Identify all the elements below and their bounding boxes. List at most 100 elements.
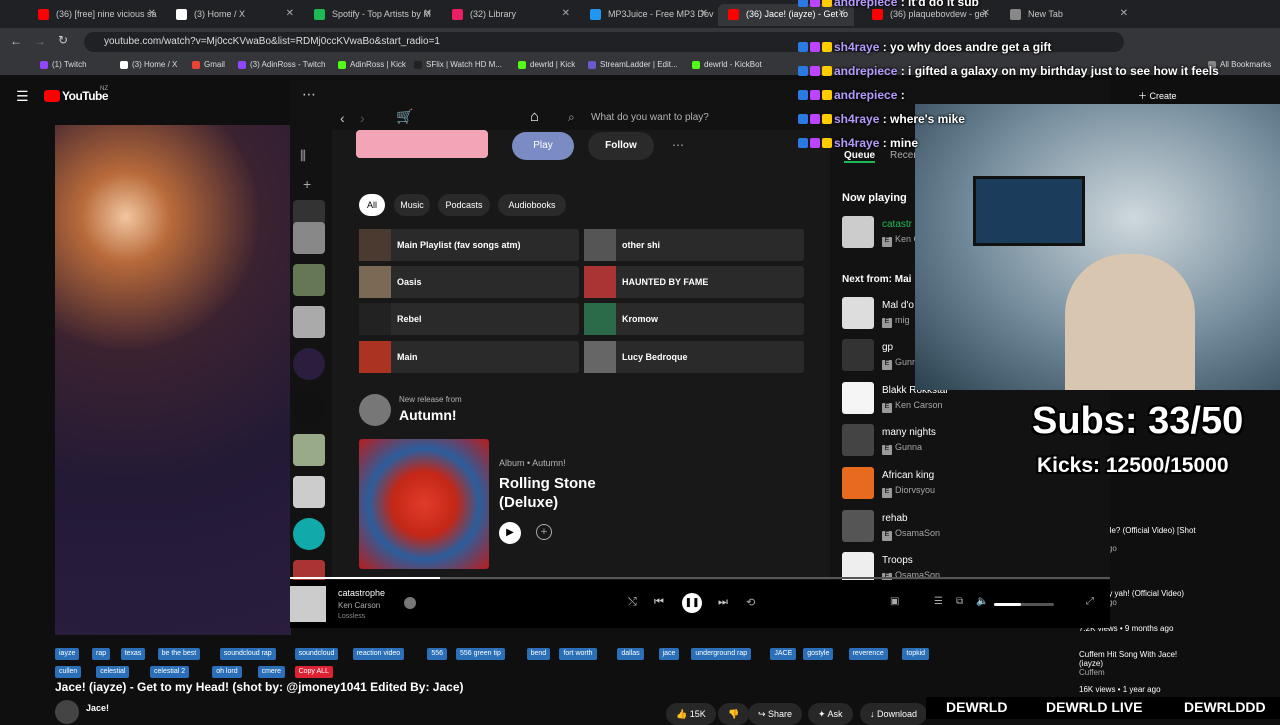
tag-chip[interactable]: fort worth (559, 648, 597, 660)
browser-tab[interactable]: (36) [free] nine vicious sa ✕ (28, 4, 164, 26)
channel-avatar[interactable] (55, 700, 79, 724)
tag-chip[interactable]: oh lord (212, 666, 242, 678)
forward-icon[interactable]: › (360, 110, 365, 126)
tag-chip[interactable]: iayze (55, 648, 80, 660)
tag-chip[interactable]: soundcloud rap (219, 648, 276, 660)
create-button[interactable]: ＋ Create (1138, 89, 1190, 105)
tag-chip[interactable]: reverence (848, 648, 888, 660)
cart-icon[interactable]: 🛒 (396, 108, 413, 125)
quick-access-card[interactable]: Main (359, 341, 579, 373)
tag-chip[interactable]: JACE (770, 648, 797, 660)
quick-access-card[interactable]: HAUNTED BY FAME (584, 266, 804, 298)
ask-button[interactable]: ✦ Ask (808, 703, 853, 725)
tag-chip[interactable]: cullen (55, 666, 82, 678)
library-item[interactable] (293, 434, 325, 466)
queue-icon[interactable]: ☰ (934, 596, 943, 607)
channel-name[interactable]: Jace! (86, 703, 109, 713)
device-icon[interactable]: ⧉ (956, 596, 963, 607)
tag-chip[interactable]: cmere (257, 666, 286, 678)
repeat-icon[interactable]: ⟲ (746, 596, 755, 609)
library-item[interactable] (293, 476, 325, 508)
artist-avatar[interactable] (359, 394, 391, 426)
close-icon[interactable]: ✕ (148, 8, 156, 19)
close-icon[interactable]: ✕ (982, 8, 990, 19)
bookmark-item[interactable]: StreamLadder | Edit... (588, 60, 678, 69)
forward-icon[interactable]: → (34, 34, 46, 48)
close-icon[interactable]: ✕ (838, 8, 846, 19)
tag-chip[interactable]: gostyle (803, 648, 834, 660)
filter-chip[interactable]: Podcasts (438, 194, 490, 216)
library-item[interactable] (293, 518, 325, 550)
new-release-artist[interactable]: Autumn! (399, 407, 457, 423)
bookmark-item[interactable]: (3) Home / X (120, 60, 177, 69)
close-icon[interactable]: ✕ (286, 8, 294, 19)
library-item[interactable] (293, 348, 325, 380)
tag-chip[interactable]: Copy ALL (294, 666, 333, 678)
close-icon[interactable]: ✕ (562, 8, 570, 19)
album-play-icon[interactable]: ▶ (499, 522, 521, 544)
search-input[interactable]: What do you want to play? (591, 112, 709, 123)
volume-slider[interactable] (994, 603, 1054, 606)
like-button[interactable]: 👍 15K (666, 703, 716, 725)
video-player[interactable] (55, 125, 291, 635)
tag-chip[interactable]: topkid (902, 648, 930, 660)
reload-icon[interactable]: ↻ (58, 33, 68, 47)
close-icon[interactable]: ✕ (700, 8, 708, 19)
home-icon[interactable]: ⌂ (530, 108, 539, 125)
tag-chip[interactable]: rap (92, 648, 111, 660)
queue-item[interactable]: rehab E OsamaSon (842, 510, 1042, 542)
tag-chip[interactable]: soundcloud (294, 648, 339, 660)
recommended-video[interactable]: Cuffem Hit Song With Jace! (iayze) Cuffem (1079, 650, 1199, 677)
back-icon[interactable]: ‹ (340, 110, 345, 126)
tag-chip[interactable]: texas (120, 648, 146, 660)
previous-icon[interactable]: ⏮ (654, 596, 664, 609)
queue-item[interactable]: many nights E Gunna (842, 424, 1042, 456)
bookmark-item[interactable]: AdinRoss | Kick (338, 60, 406, 69)
more-icon[interactable]: ⋯ (302, 86, 316, 103)
menu-icon[interactable]: ☰ (16, 88, 29, 105)
quick-access-card[interactable]: Rebel (359, 303, 579, 335)
browser-tab[interactable]: Spotify - Top Artists by M ✕ (304, 4, 440, 26)
shuffle-icon[interactable]: ⤭ (628, 596, 637, 609)
player-track-artist[interactable]: Ken Carson (338, 601, 380, 610)
tag-chip[interactable]: 556 (427, 648, 448, 660)
filter-chip[interactable]: Music (394, 194, 430, 216)
youtube-logo-icon[interactable] (44, 90, 60, 102)
tag-chip[interactable]: jace (658, 648, 680, 660)
tag-chip[interactable]: underground rap (691, 648, 752, 660)
album-title[interactable]: Rolling Stone (Deluxe) (499, 474, 629, 512)
browser-tab[interactable]: New Tab ✕ (1000, 4, 1136, 26)
tag-chip[interactable]: 556 green tip (456, 648, 505, 660)
now-playing-view-icon[interactable]: ▣ (890, 596, 899, 607)
library-item[interactable] (293, 264, 325, 296)
close-icon[interactable]: ✕ (424, 8, 432, 19)
bookmark-item[interactable]: dewrld | Kick (518, 60, 575, 69)
filter-chip[interactable]: Audiobooks (498, 194, 566, 216)
progress-track[interactable] (290, 577, 1110, 579)
tag-chip[interactable]: celestial 2 (150, 666, 190, 678)
tab-queue[interactable]: Queue (844, 150, 876, 163)
hero-play-button[interactable]: Play (512, 132, 574, 160)
bookmark-item[interactable]: (1) Twitch (40, 60, 87, 69)
bookmark-item[interactable]: (3) AdinRoss - Twitch (238, 60, 325, 69)
bookmark-item[interactable]: SFlix | Watch HD M... (414, 60, 502, 69)
add-album-icon[interactable]: + (536, 524, 552, 540)
share-button[interactable]: ↪ Share (748, 703, 803, 725)
quick-access-card[interactable]: other shi (584, 229, 804, 261)
pause-icon[interactable]: ❚❚ (682, 593, 702, 613)
album-art[interactable] (359, 439, 489, 569)
bookmark-item[interactable]: Gmail (192, 60, 225, 69)
quick-access-card[interactable]: Oasis (359, 266, 579, 298)
browser-tab[interactable]: MP3Juice - Free MP3 Dov ✕ (580, 4, 716, 26)
tag-chip[interactable]: be the best (157, 648, 201, 660)
hero-more-icon[interactable]: ⋯ (672, 138, 684, 152)
back-icon[interactable]: ← (10, 34, 22, 48)
library-item[interactable] (293, 392, 325, 424)
recommended-video[interactable]: 16K views • 1 year ago (1079, 685, 1199, 694)
dislike-button[interactable]: 👎 (718, 703, 750, 725)
add-icon[interactable]: + (303, 176, 311, 192)
library-item[interactable] (293, 306, 325, 338)
tag-chip[interactable]: celestial (96, 666, 130, 678)
volume-icon[interactable]: 🔈 (976, 596, 988, 607)
tag-chip[interactable]: reaction video (352, 648, 405, 660)
